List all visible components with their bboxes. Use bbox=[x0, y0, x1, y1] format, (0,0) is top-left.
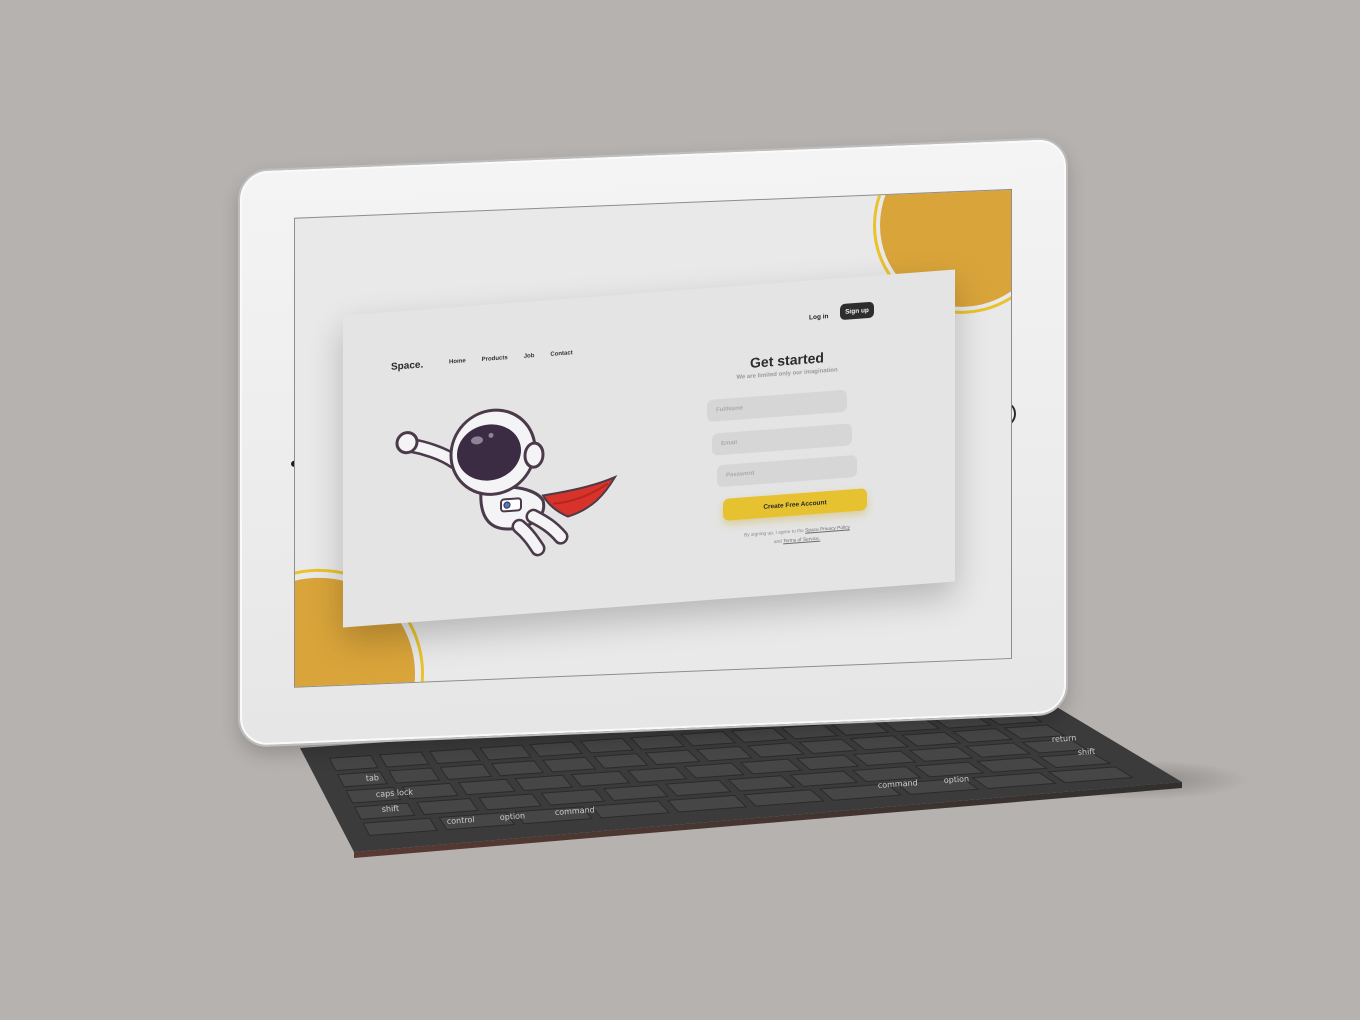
keyboard-key[interactable] bbox=[514, 806, 593, 825]
keyboard-key[interactable] bbox=[742, 789, 825, 807]
nav-job[interactable]: Job bbox=[524, 353, 535, 360]
key-shift-left-label: shift bbox=[382, 804, 400, 814]
keyboard-key[interactable] bbox=[789, 770, 859, 787]
keyboard-key[interactable] bbox=[746, 742, 806, 758]
keyboard-key[interactable] bbox=[590, 800, 671, 819]
keyboard-key[interactable] bbox=[458, 778, 516, 796]
keyboard-key[interactable] bbox=[795, 754, 860, 771]
nav-products[interactable]: Products bbox=[482, 355, 508, 363]
fullname-input[interactable] bbox=[707, 389, 847, 423]
tablet-screen: Space. Home Products Job Contact Log in … bbox=[294, 188, 1012, 688]
terms-middle: and bbox=[773, 539, 782, 546]
keyboard-key[interactable] bbox=[479, 744, 532, 761]
keyboard-key[interactable] bbox=[695, 746, 753, 762]
keyboard-key[interactable] bbox=[780, 724, 839, 740]
nav-contact[interactable]: Contact bbox=[550, 350, 572, 358]
keyboard-key[interactable] bbox=[849, 735, 910, 751]
keyboard-key[interactable] bbox=[913, 761, 985, 778]
keyboard-key[interactable] bbox=[644, 749, 701, 766]
keyboard-key[interactable] bbox=[851, 766, 922, 783]
keyboard-key[interactable] bbox=[798, 738, 858, 754]
keyboard-key[interactable] bbox=[388, 767, 441, 784]
keyboard-key[interactable] bbox=[439, 763, 493, 780]
keyboard-key[interactable] bbox=[362, 817, 438, 837]
keyboard-key[interactable] bbox=[336, 771, 388, 788]
keyboard-key[interactable] bbox=[401, 782, 459, 800]
astronaut-illustration bbox=[395, 408, 618, 557]
keyboard-key[interactable] bbox=[852, 750, 917, 767]
keyboard-key[interactable] bbox=[951, 728, 1014, 743]
keyboard-key[interactable] bbox=[428, 748, 481, 765]
keyboard-key[interactable] bbox=[895, 777, 980, 795]
keyboard-key[interactable] bbox=[1003, 724, 1066, 740]
keyboard-key[interactable] bbox=[490, 760, 545, 777]
keyboard-key[interactable] bbox=[602, 784, 669, 801]
keyboard-key[interactable] bbox=[964, 742, 1032, 758]
privacy-policy-link[interactable]: Space Privacy Policy bbox=[805, 525, 850, 533]
keyboard-key[interactable] bbox=[593, 753, 649, 769]
keyboard-key[interactable] bbox=[570, 770, 631, 787]
site-logo[interactable]: Space. bbox=[391, 359, 423, 372]
key-option-left-label: option bbox=[500, 811, 526, 822]
create-account-button[interactable]: Create Free Account bbox=[723, 488, 867, 521]
key-caps-label: caps lock bbox=[376, 787, 414, 799]
key-control-label: control bbox=[447, 815, 475, 826]
landing-page-card: Space. Home Products Job Contact Log in … bbox=[343, 269, 955, 628]
keyboard-key[interactable] bbox=[478, 793, 543, 811]
terms-text: By signing up, I agree to the Space Priv… bbox=[727, 522, 867, 551]
keyboard-key[interactable] bbox=[345, 786, 402, 804]
password-input[interactable] bbox=[717, 454, 857, 488]
keyboard-key[interactable] bbox=[908, 746, 975, 762]
keyboard-key[interactable] bbox=[353, 802, 416, 820]
tablet-device: Space. Home Products Job Contact Log in … bbox=[238, 136, 1068, 748]
keyboard-key[interactable] bbox=[529, 741, 584, 757]
keyboard-key[interactable] bbox=[416, 798, 479, 816]
keyboard-key[interactable] bbox=[328, 754, 379, 772]
keyboard-key[interactable] bbox=[664, 779, 732, 797]
keyboard-key[interactable] bbox=[579, 737, 635, 754]
key-tab-label: tab bbox=[366, 773, 380, 783]
keyboard-key[interactable] bbox=[1021, 738, 1089, 754]
keyboard-key[interactable] bbox=[739, 758, 803, 775]
signup-button[interactable]: Sign up bbox=[840, 301, 874, 321]
keyboard-key[interactable] bbox=[629, 734, 686, 750]
key-shift-right-label: shift bbox=[1078, 747, 1096, 757]
keyboard-key[interactable] bbox=[818, 783, 903, 801]
email-input[interactable] bbox=[712, 423, 852, 456]
stand-shadow bbox=[1030, 760, 1250, 800]
login-link[interactable]: Log in bbox=[809, 313, 829, 321]
keyboard-key[interactable] bbox=[730, 727, 788, 743]
keyboard-key[interactable] bbox=[438, 812, 516, 831]
key-option-right-label: option bbox=[944, 774, 970, 785]
mockup-scene: delete return shift tab caps lock shift … bbox=[0, 0, 1360, 1020]
keyboard-key[interactable] bbox=[540, 788, 606, 806]
key-return-label: return bbox=[1052, 733, 1077, 744]
nav-home[interactable]: Home bbox=[449, 358, 466, 365]
key-command-left-label: command bbox=[555, 805, 595, 817]
keyboard-key[interactable] bbox=[378, 751, 430, 768]
terms-prefix: By signing up, I agree to the bbox=[744, 528, 804, 539]
key-command-right-label: command bbox=[878, 778, 918, 790]
keyboard-key[interactable] bbox=[541, 756, 597, 773]
keyboard-key[interactable] bbox=[666, 794, 748, 813]
keyboard-key[interactable] bbox=[683, 762, 745, 779]
keyboard-key[interactable] bbox=[900, 731, 962, 747]
terms-of-service-link[interactable]: Terms of Service. bbox=[783, 537, 820, 545]
keyboard-key[interactable] bbox=[626, 766, 688, 783]
keyboard-key[interactable] bbox=[727, 775, 796, 792]
keyboard-key[interactable] bbox=[514, 774, 574, 792]
main-nav: Home Products Job Contact bbox=[449, 350, 573, 365]
keyboard-key[interactable] bbox=[679, 731, 737, 747]
